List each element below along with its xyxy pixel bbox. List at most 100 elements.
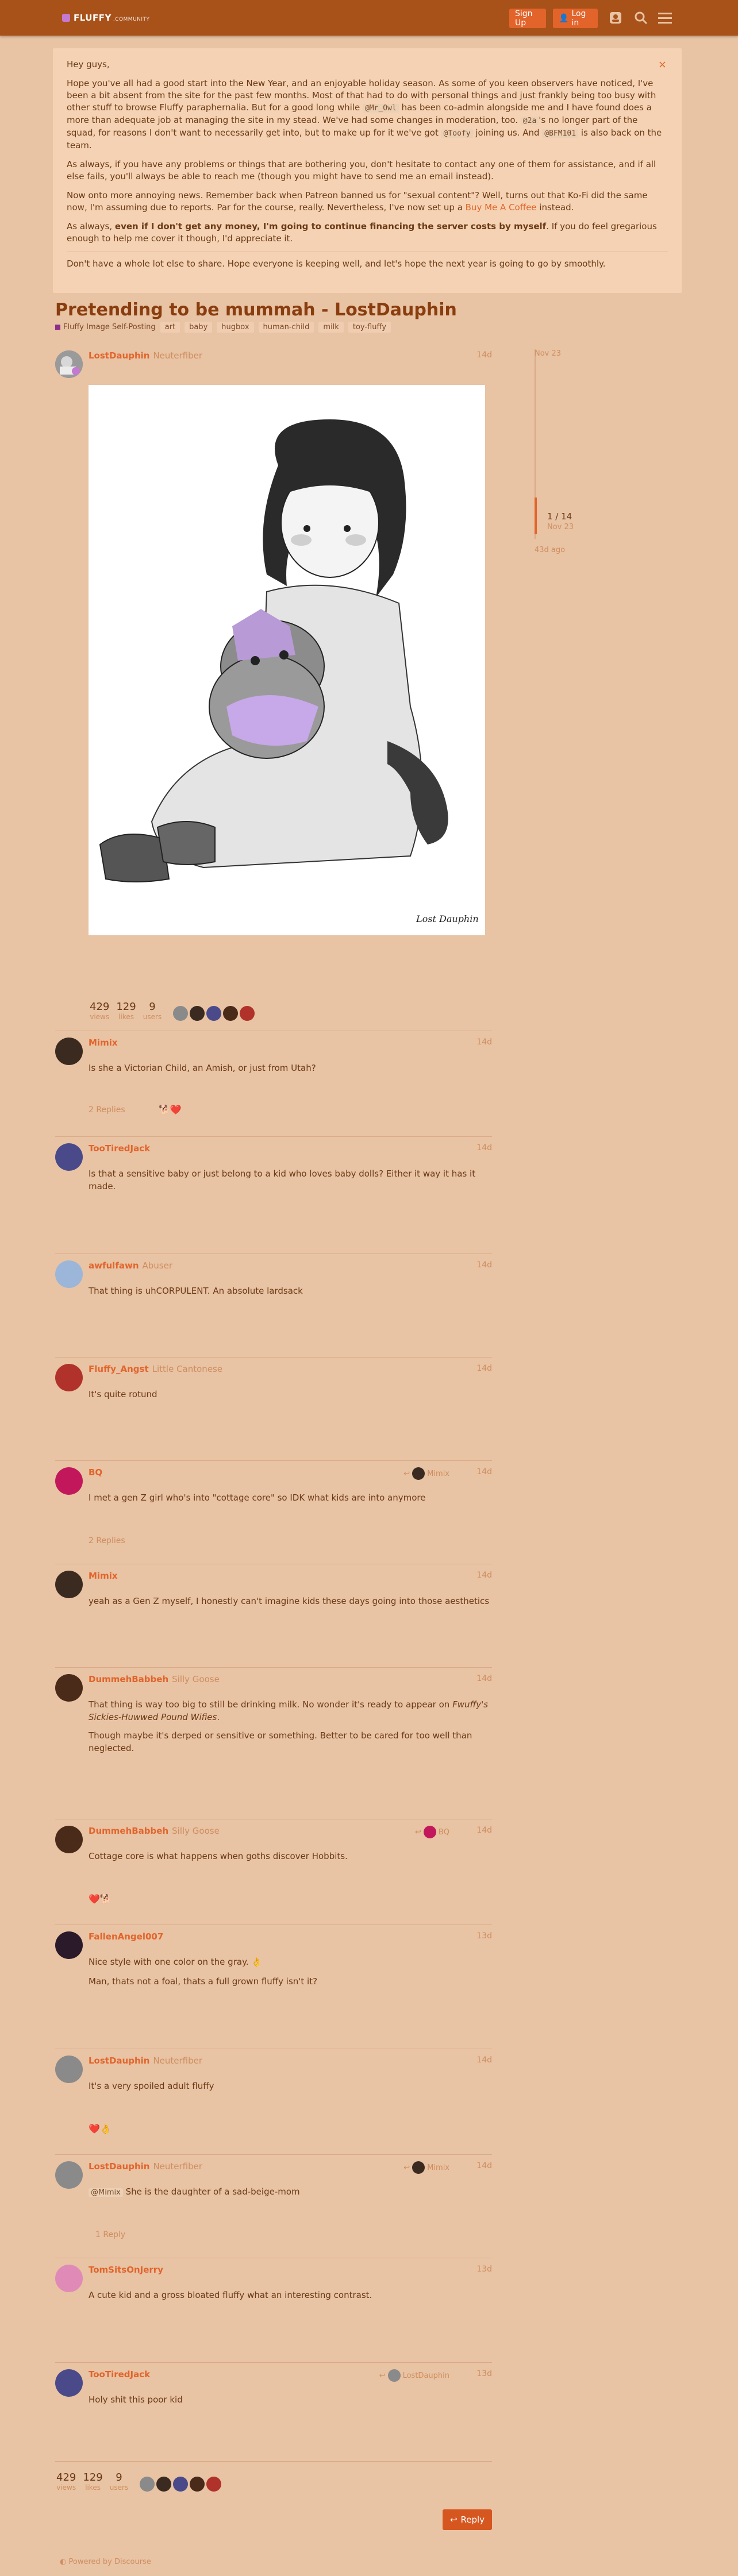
post-author[interactable]: Mimix	[89, 1038, 118, 1048]
reply-to-indicator[interactable]: ↩ Mimix	[403, 2161, 449, 2174]
post-author[interactable]: TomSitsOnJerry	[89, 2265, 163, 2275]
avatar[interactable]	[55, 1674, 83, 1702]
avatar[interactable]	[55, 2161, 83, 2189]
post-author[interactable]: DummehBabbeh Silly Goose	[89, 1826, 220, 1836]
tag-human-child[interactable]: human-child	[258, 322, 314, 333]
post-reply: LostDauphin Neuterfiber 14d It's a very s…	[55, 2056, 492, 2147]
post-author[interactable]: TooTiredJack	[89, 1143, 150, 1154]
avatar[interactable]	[173, 1006, 189, 1021]
avatar[interactable]	[55, 2056, 83, 2083]
post-author[interactable]: DummehBabbeh Silly Goose	[89, 1674, 220, 1684]
avatar[interactable]	[55, 350, 83, 378]
mention-bfm101[interactable]: @BFM101	[542, 129, 579, 138]
post-divider	[55, 1460, 492, 1461]
user-icon: 👤	[559, 14, 569, 23]
buy-me-a-coffee-link[interactable]: Buy Me A Coffee	[466, 202, 537, 213]
avatar[interactable]	[55, 1143, 83, 1171]
timeline-ago[interactable]: 43d ago	[535, 546, 565, 554]
tag-art[interactable]: art	[160, 322, 180, 333]
reactions[interactable]: ❤️👌	[89, 2123, 112, 2134]
post-author[interactable]: awfulfawn Abuser	[89, 1260, 172, 1271]
avatar[interactable]	[55, 1571, 83, 1598]
replies-toggle[interactable]: 1 Reply	[95, 2230, 125, 2239]
tag-milk[interactable]: milk	[318, 322, 344, 333]
avatar[interactable]	[156, 2477, 172, 2492]
avatar[interactable]	[55, 1467, 83, 1495]
tag-hugbox[interactable]: hugbox	[217, 322, 254, 333]
post-date[interactable]: 14d	[476, 1364, 492, 1373]
stat-users: 9 users	[109, 2471, 129, 2492]
post-body: A cute kid and a gross bloated fluffy wh…	[89, 2290, 372, 2300]
avatar[interactable]	[55, 1364, 83, 1391]
post-body: Holy shit this poor kid	[89, 2394, 183, 2405]
post-author[interactable]: LostDauphin Neuterfiber	[89, 2161, 202, 2172]
avatar[interactable]	[55, 1826, 83, 1853]
post-date[interactable]: 13d	[476, 1931, 492, 1941]
avatar[interactable]	[55, 1260, 83, 1288]
post-author[interactable]: Fluffy_Angst Little Cantonese	[89, 1364, 222, 1374]
signup-button[interactable]: Sign Up	[509, 9, 546, 28]
post-date[interactable]: 14d	[476, 2056, 492, 2065]
avatar[interactable]	[240, 1006, 255, 1021]
powered-by-footer[interactable]: ◐ Powered by Discourse	[60, 2558, 151, 2566]
reply-to-indicator[interactable]: ↩ BQ	[415, 1826, 449, 1838]
avatar[interactable]	[190, 2477, 205, 2492]
post-author[interactable]: TooTiredJack	[89, 2369, 150, 2380]
post-body: That thing is uhCORPULENT. An absolute l…	[89, 1286, 303, 1296]
avatar[interactable]	[55, 1038, 83, 1065]
post-date[interactable]: 14d	[476, 1467, 492, 1476]
mention-mr-owl[interactable]: @Mr_Owl	[362, 104, 399, 113]
post-reply: BQ ↩ Mimix 14d I met a gen Z girl who's i…	[55, 1467, 492, 1559]
post-author[interactable]: BQ	[89, 1467, 102, 1478]
post-date[interactable]: 14d	[476, 1260, 492, 1270]
post-reply: DummehBabbeh Silly Goose ↩ BQ 14d Cottage …	[55, 1826, 492, 1918]
post-date[interactable]: 14d	[476, 1674, 492, 1683]
login-label: Log in	[571, 9, 586, 28]
replies-toggle[interactable]: 2 Replies	[89, 1536, 125, 1545]
topic-title[interactable]: Pretending to be mummah - LostDauphin	[55, 300, 457, 320]
reactions[interactable]: 🐕❤️	[159, 1104, 182, 1115]
post-date[interactable]: 13d	[476, 2265, 492, 2274]
post-date[interactable]: 14d	[476, 1143, 492, 1152]
avatar[interactable]	[190, 1006, 205, 1021]
post-date[interactable]: 14d	[476, 350, 492, 360]
hamburger-menu-icon[interactable]	[656, 9, 674, 26]
user-mention[interactable]: @Mimix	[89, 2188, 123, 2197]
post-author[interactable]: FallenAngel007	[89, 1931, 163, 1942]
post-author[interactable]: LostDauphin Neuterfiber	[89, 2056, 202, 2066]
mention-toofy[interactable]: @Toofy	[441, 129, 473, 138]
avatar[interactable]	[206, 1006, 222, 1021]
post-author[interactable]: LostDauphin Neuterfiber	[89, 350, 202, 361]
avatar[interactable]	[55, 2369, 83, 2397]
login-button[interactable]: 👤 Log in	[553, 9, 598, 28]
avatar[interactable]	[206, 2477, 222, 2492]
search-icon[interactable]	[632, 9, 649, 26]
post-date[interactable]: 14d	[476, 2161, 492, 2170]
post-date[interactable]: 14d	[476, 1826, 492, 1835]
reply-to-indicator[interactable]: ↩ LostDauphin	[379, 2369, 449, 2382]
chat-icon[interactable]	[607, 9, 624, 26]
avatar[interactable]	[140, 2477, 155, 2492]
avatar[interactable]	[55, 1931, 83, 1959]
reply-to-indicator[interactable]: ↩ Mimix	[403, 1467, 449, 1480]
reply-button[interactable]: ↩ Reply	[443, 2509, 492, 2530]
post-date[interactable]: 14d	[476, 1038, 492, 1047]
site-logo[interactable]: FLUFFY .COMMUNITY	[62, 10, 150, 25]
tag-toy-fluffy[interactable]: toy-fluffy	[348, 322, 391, 333]
tag-baby[interactable]: baby	[184, 322, 213, 333]
mention-2a[interactable]: @2a	[520, 117, 539, 125]
category-badge[interactable]: Fluffy Image Self-Posting	[55, 323, 156, 331]
reactions[interactable]: ❤️🐕	[89, 1894, 112, 1904]
avatar[interactable]	[55, 2265, 83, 2292]
post-author[interactable]: Mimix	[89, 1571, 118, 1581]
close-icon[interactable]: ×	[658, 59, 667, 71]
replies-toggle[interactable]: 2 Replies	[89, 1105, 125, 1115]
post-date[interactable]: 13d	[476, 2369, 492, 2378]
timeline-handle[interactable]	[535, 498, 537, 534]
post-date[interactable]: 14d	[476, 1571, 492, 1580]
stat-likes: 129 likes	[116, 1001, 136, 1021]
avatar[interactable]	[173, 2477, 189, 2492]
post-image[interactable]: Lost Dauphin	[89, 385, 485, 935]
avatar[interactable]	[223, 1006, 239, 1021]
timeline-start-date[interactable]: Nov 23	[535, 349, 561, 358]
